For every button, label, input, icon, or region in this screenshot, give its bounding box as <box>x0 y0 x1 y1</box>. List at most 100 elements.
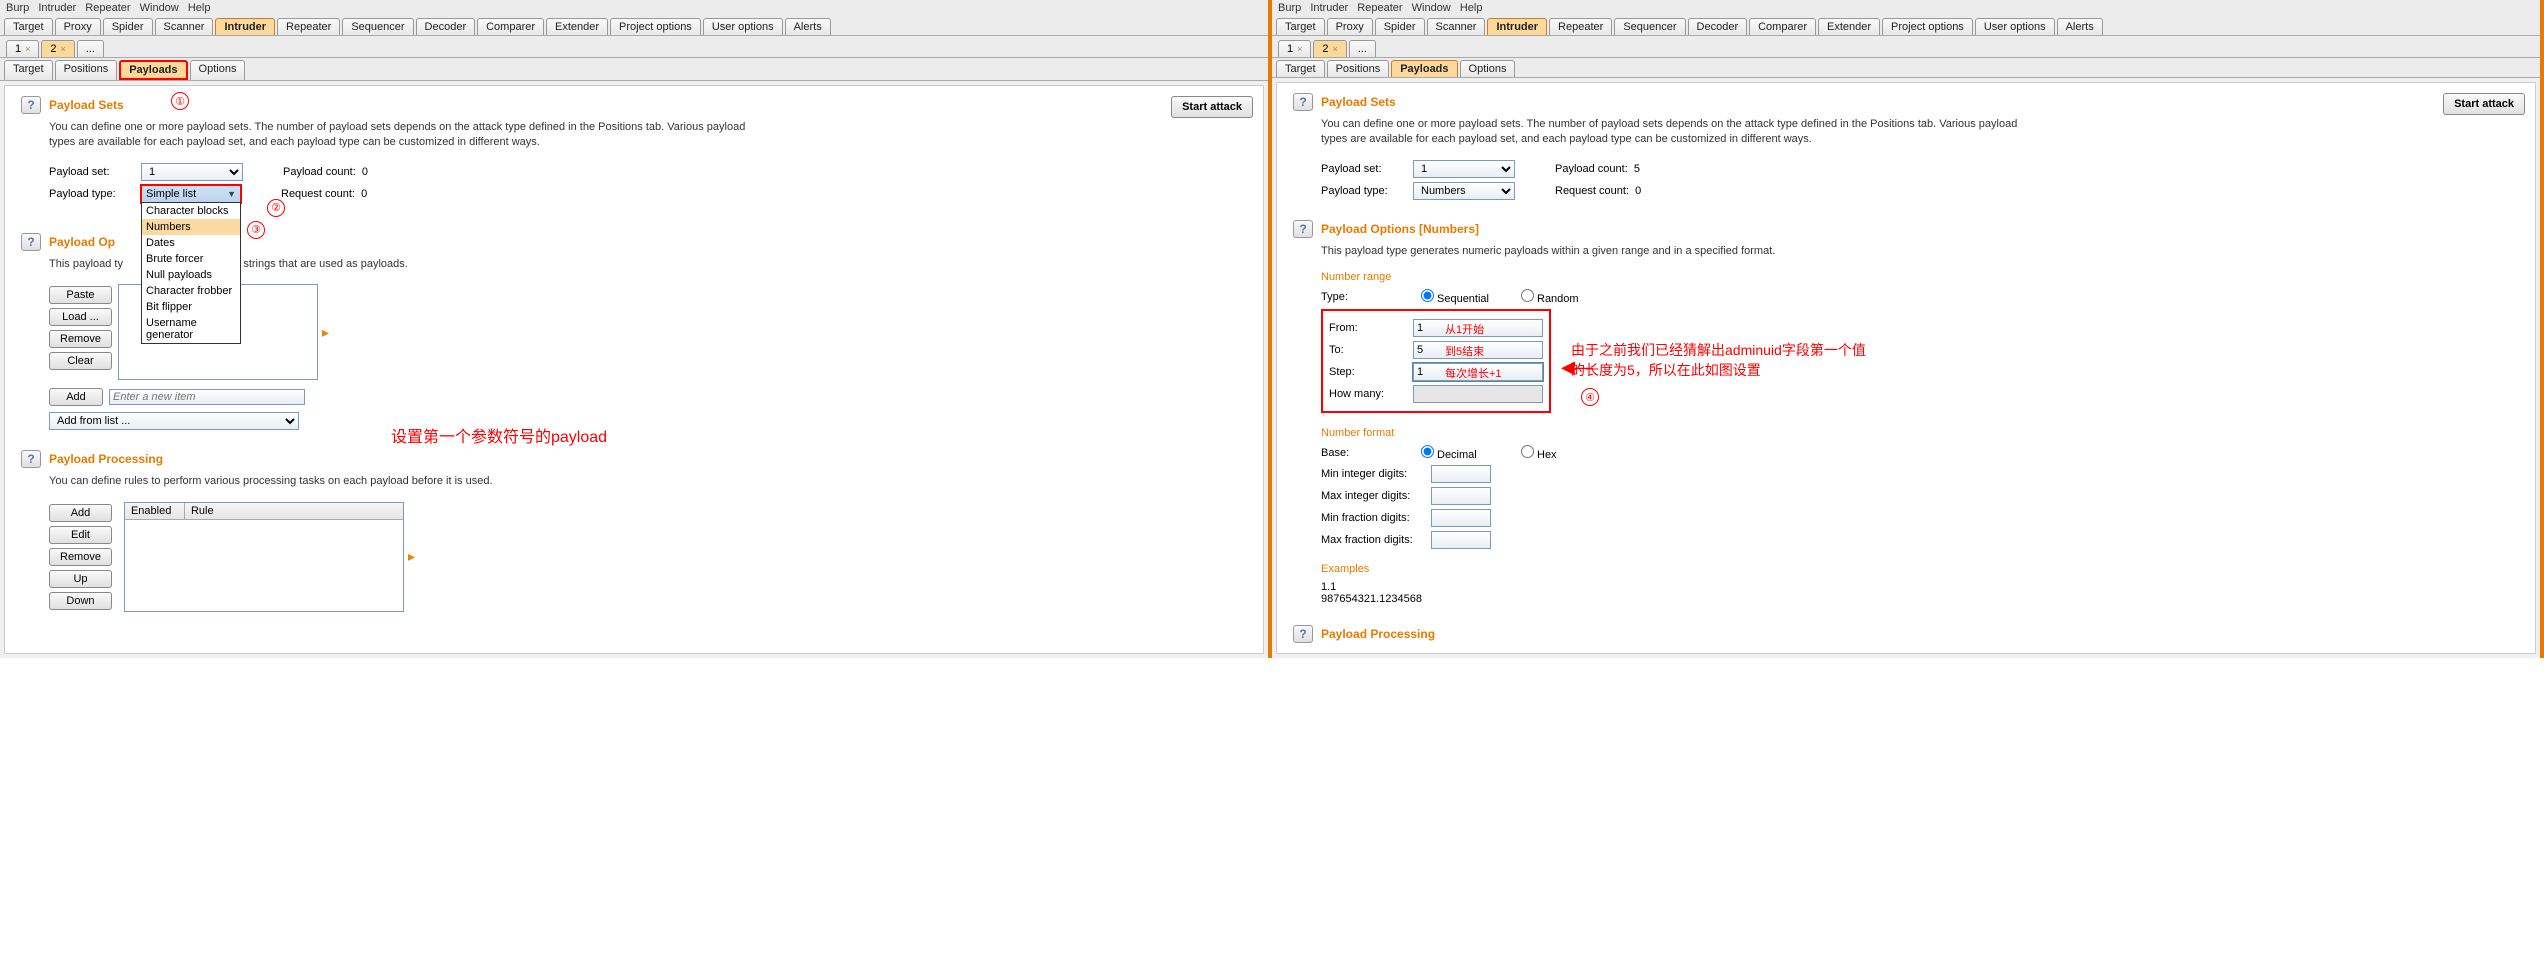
payload-set-select[interactable]: 1 <box>141 163 243 181</box>
load-button[interactable]: Load ... <box>49 308 112 326</box>
type-option[interactable]: Null payloads <box>142 267 240 283</box>
menu-repeater[interactable]: Repeater <box>85 2 130 14</box>
decimal-radio[interactable]: Decimal <box>1421 445 1505 461</box>
help-icon[interactable]: ? <box>21 96 41 114</box>
min-frac-input[interactable] <box>1431 509 1491 527</box>
base-label: Base: <box>1321 447 1405 459</box>
type-option[interactable]: Character blocks <box>142 203 240 219</box>
attack-tab-2[interactable]: 2× <box>41 40 74 57</box>
menu-help[interactable]: Help <box>1460 2 1483 14</box>
tab-repeater[interactable]: Repeater <box>1549 18 1612 35</box>
attack-tab-more[interactable]: ... <box>1349 40 1376 57</box>
tab-decoder[interactable]: Decoder <box>416 18 476 35</box>
tab-decoder[interactable]: Decoder <box>1688 18 1748 35</box>
attack-tab-2[interactable]: 2× <box>1313 40 1346 57</box>
help-icon[interactable]: ? <box>21 233 41 251</box>
from-input[interactable] <box>1413 319 1543 337</box>
tab-alerts[interactable]: Alerts <box>785 18 831 35</box>
subtab-options[interactable]: Options <box>190 60 246 80</box>
help-icon[interactable]: ? <box>21 450 41 468</box>
step-input[interactable] <box>1413 363 1543 381</box>
proc-edit-button[interactable]: Edit <box>49 526 112 544</box>
tab-proxy[interactable]: Proxy <box>1327 18 1373 35</box>
clear-button[interactable]: Clear <box>49 352 112 370</box>
tab-repeater[interactable]: Repeater <box>277 18 340 35</box>
subtab-options[interactable]: Options <box>1460 60 1516 77</box>
subtab-target[interactable]: Target <box>4 60 53 80</box>
chevron-down-icon: ▼ <box>227 189 236 199</box>
menu-intruder[interactable]: Intruder <box>1310 2 1348 14</box>
tab-sequencer[interactable]: Sequencer <box>342 18 413 35</box>
tab-comparer[interactable]: Comparer <box>1749 18 1816 35</box>
type-option[interactable]: Bit flipper <box>142 299 240 315</box>
payload-type-select[interactable]: Numbers <box>1413 182 1515 200</box>
subtab-positions[interactable]: Positions <box>55 60 118 80</box>
tab-target[interactable]: Target <box>4 18 53 35</box>
attack-tab-1[interactable]: 1× <box>6 40 39 57</box>
col-rule[interactable]: Rule <box>185 503 403 519</box>
paste-button[interactable]: Paste <box>49 286 112 304</box>
proc-remove-button[interactable]: Remove <box>49 548 112 566</box>
subtab-payloads[interactable]: Payloads <box>1391 60 1457 77</box>
marker-icon: ▸ <box>322 324 329 341</box>
help-icon[interactable]: ? <box>1293 625 1313 643</box>
payload-set-select[interactable]: 1 <box>1413 160 1515 178</box>
add-item-input[interactable] <box>109 389 305 405</box>
hex-radio[interactable]: Hex <box>1521 445 1605 461</box>
tab-extender[interactable]: Extender <box>1818 18 1880 35</box>
tab-project-options[interactable]: Project options <box>1882 18 1973 35</box>
menu-window[interactable]: Window <box>1412 2 1451 14</box>
tab-user-options[interactable]: User options <box>1975 18 2055 35</box>
tab-spider[interactable]: Spider <box>103 18 153 35</box>
add-button[interactable]: Add <box>49 388 103 406</box>
tab-intruder[interactable]: Intruder <box>215 18 275 35</box>
tab-intruder[interactable]: Intruder <box>1487 18 1547 35</box>
menu-intruder[interactable]: Intruder <box>38 2 76 14</box>
tab-project-options[interactable]: Project options <box>610 18 701 35</box>
menu-burp[interactable]: Burp <box>1278 2 1301 14</box>
type-option[interactable]: Character frobber <box>142 283 240 299</box>
subtab-target[interactable]: Target <box>1276 60 1325 77</box>
proc-up-button[interactable]: Up <box>49 570 112 588</box>
tab-comparer[interactable]: Comparer <box>477 18 544 35</box>
request-count-value: 0 <box>1635 185 1641 197</box>
col-enabled[interactable]: Enabled <box>125 503 185 519</box>
tab-spider[interactable]: Spider <box>1375 18 1425 35</box>
menu-window[interactable]: Window <box>140 2 179 14</box>
processing-table[interactable]: Enabled Rule <box>124 502 404 612</box>
max-int-input[interactable] <box>1431 487 1491 505</box>
help-icon[interactable]: ? <box>1293 220 1313 238</box>
help-icon[interactable]: ? <box>1293 93 1313 111</box>
tab-user-options[interactable]: User options <box>703 18 783 35</box>
proc-add-button[interactable]: Add <box>49 504 112 522</box>
type-option[interactable]: Brute forcer <box>142 251 240 267</box>
type-option[interactable]: Username generator <box>142 315 240 343</box>
attack-tab-more[interactable]: ... <box>77 40 104 57</box>
attack-tab-1[interactable]: 1× <box>1278 40 1311 57</box>
tab-alerts[interactable]: Alerts <box>2057 18 2103 35</box>
menu-burp[interactable]: Burp <box>6 2 29 14</box>
sequential-radio[interactable]: Sequential <box>1421 289 1505 305</box>
tab-proxy[interactable]: Proxy <box>55 18 101 35</box>
remove-button[interactable]: Remove <box>49 330 112 348</box>
min-int-input[interactable] <box>1431 465 1491 483</box>
subtab-positions[interactable]: Positions <box>1327 60 1390 77</box>
subtab-payloads[interactable]: Payloads <box>119 60 187 80</box>
max-frac-input[interactable] <box>1431 531 1491 549</box>
proc-down-button[interactable]: Down <box>49 592 112 610</box>
payload-type-select[interactable]: Simple list▼ <box>141 185 241 203</box>
menu-repeater[interactable]: Repeater <box>1357 2 1402 14</box>
payload-options-desc: This payload type generates numeric payl… <box>1321 244 2041 259</box>
tab-scanner[interactable]: Scanner <box>155 18 214 35</box>
type-option[interactable]: Dates <box>142 235 240 251</box>
payloads-content: ? Payload Sets You can define one or mor… <box>1277 83 2535 653</box>
menu-help[interactable]: Help <box>188 2 211 14</box>
type-option-numbers[interactable]: Numbers <box>142 219 240 235</box>
random-radio[interactable]: Random <box>1521 289 1605 305</box>
tab-scanner[interactable]: Scanner <box>1427 18 1486 35</box>
tab-extender[interactable]: Extender <box>546 18 608 35</box>
add-from-list-select[interactable]: Add from list ... <box>49 412 299 430</box>
tab-sequencer[interactable]: Sequencer <box>1614 18 1685 35</box>
tab-target[interactable]: Target <box>1276 18 1325 35</box>
to-input[interactable] <box>1413 341 1543 359</box>
